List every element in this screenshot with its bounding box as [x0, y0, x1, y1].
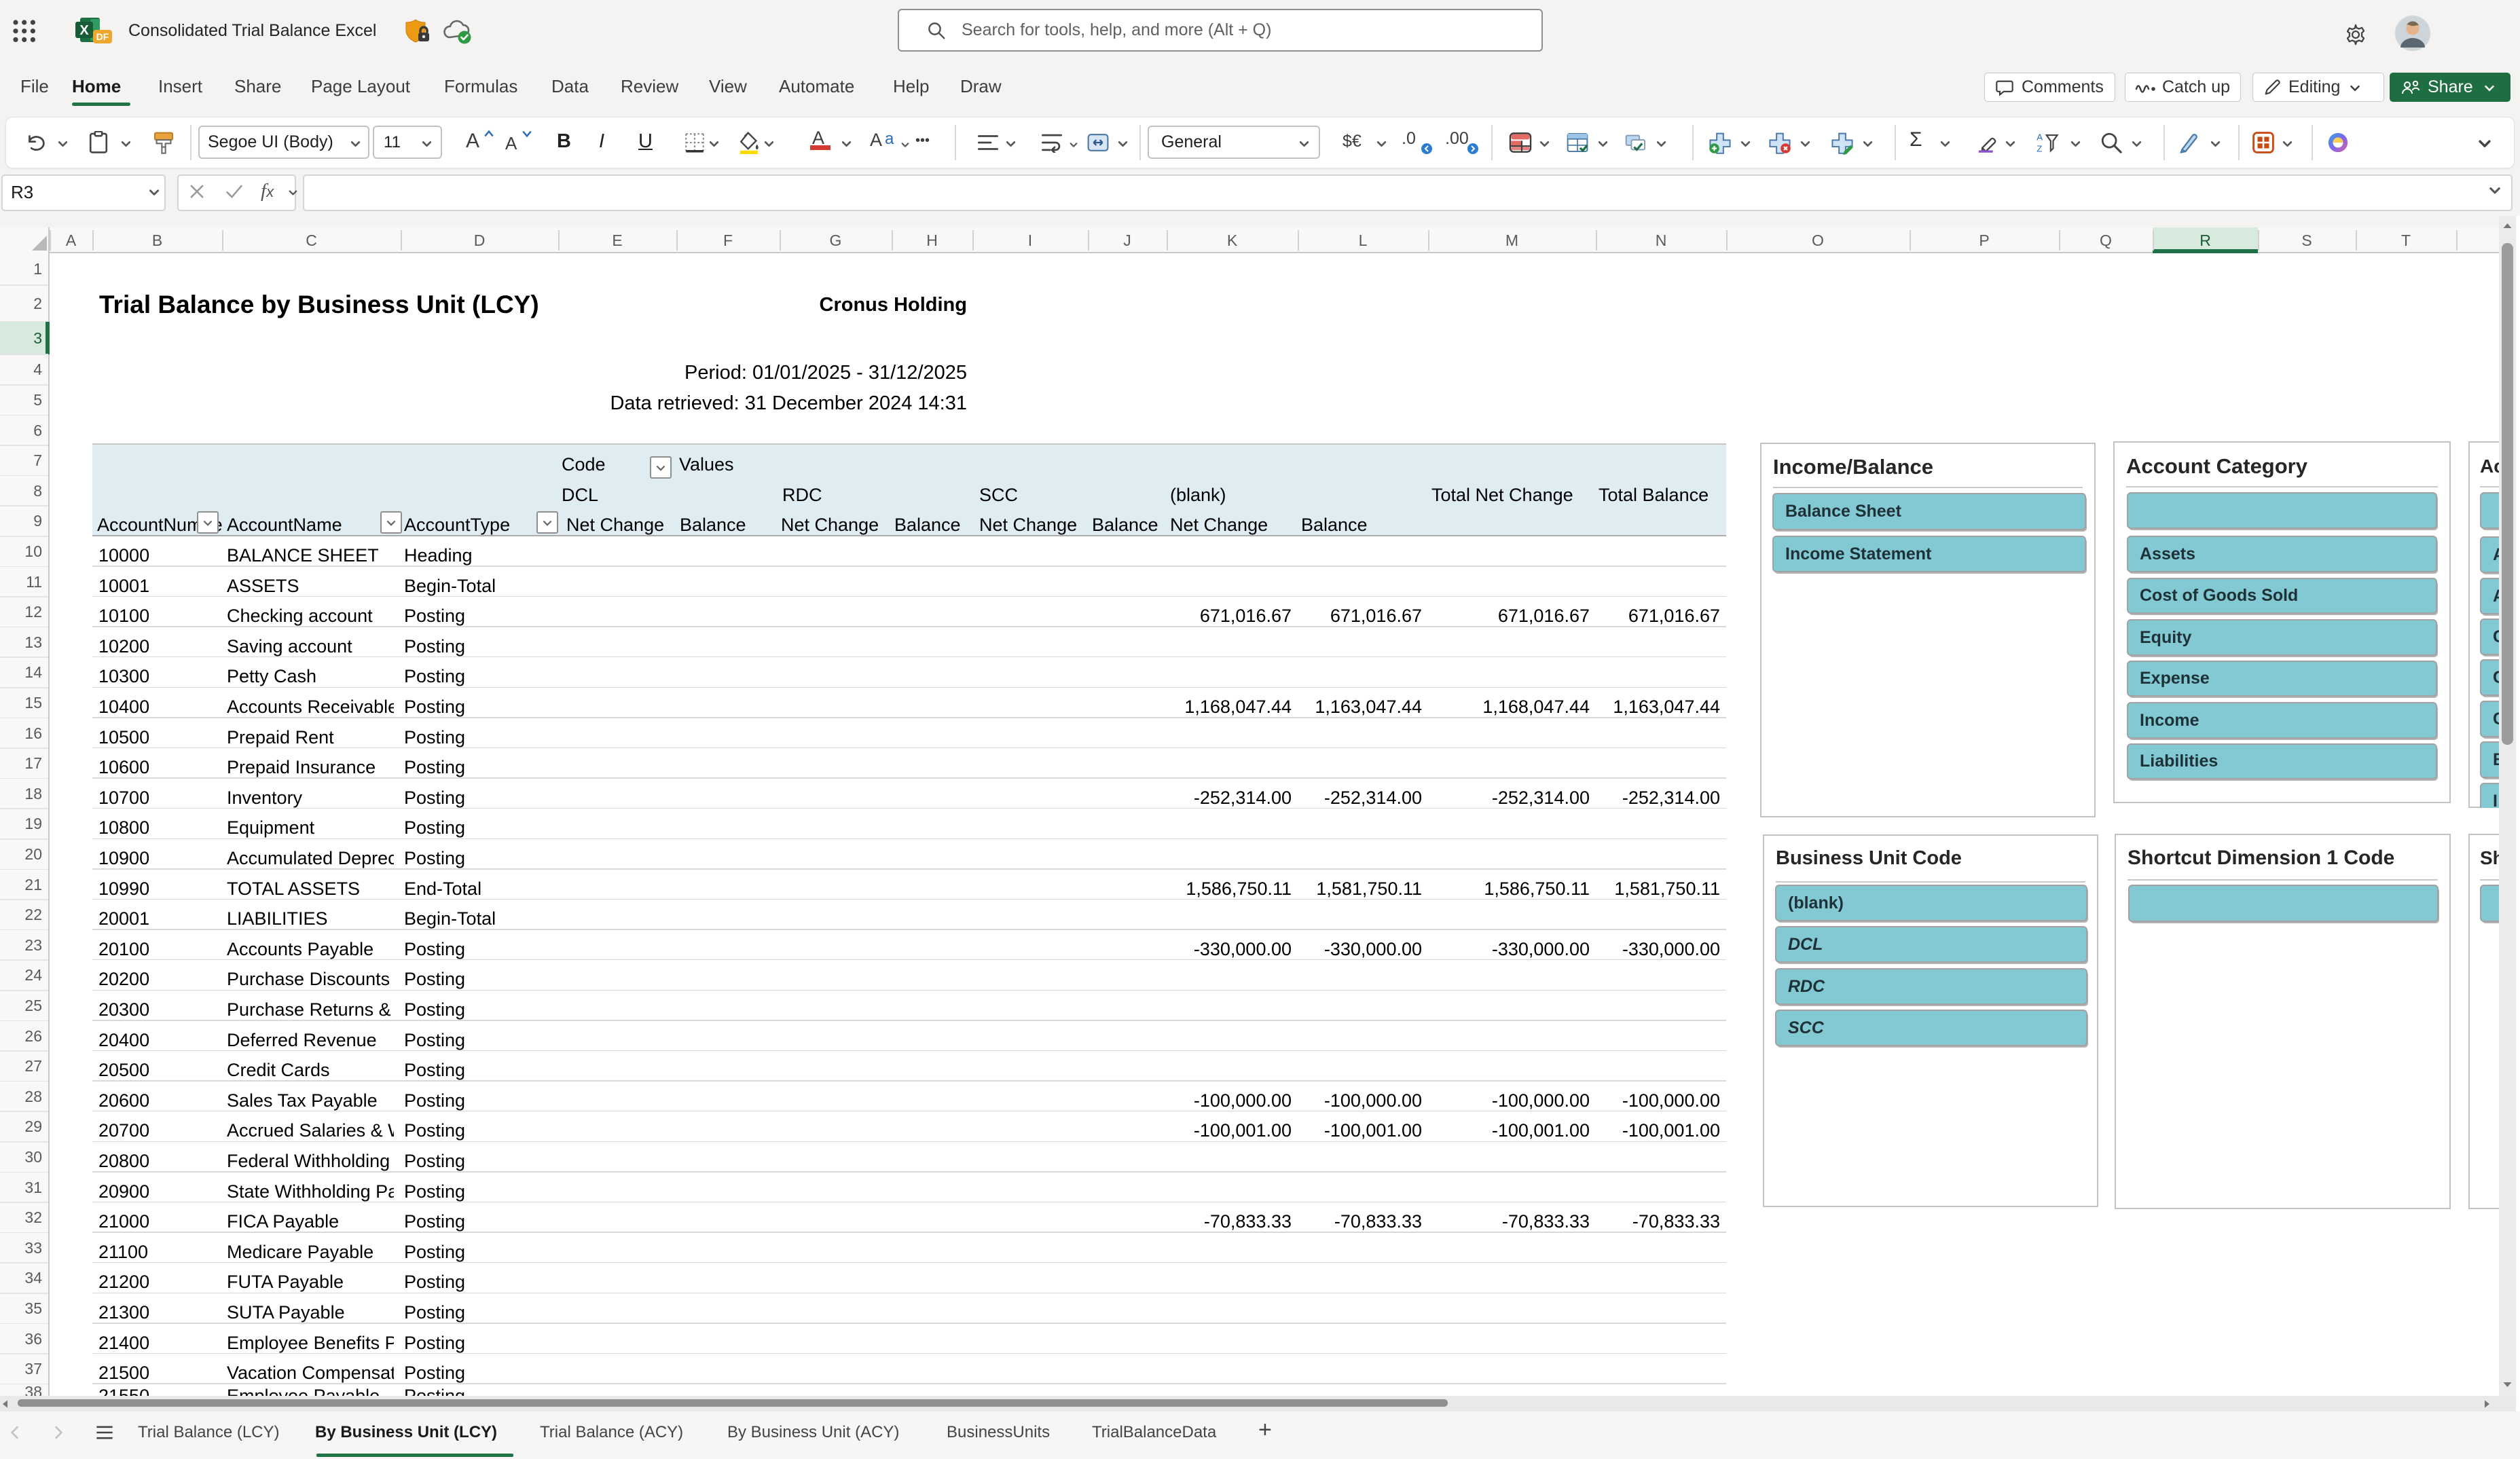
svg-text:A: A [2037, 132, 2043, 142]
svg-text:Z: Z [2037, 143, 2042, 153]
svg-text:DF: DF [96, 31, 109, 42]
svg-text:X: X [79, 23, 89, 38]
